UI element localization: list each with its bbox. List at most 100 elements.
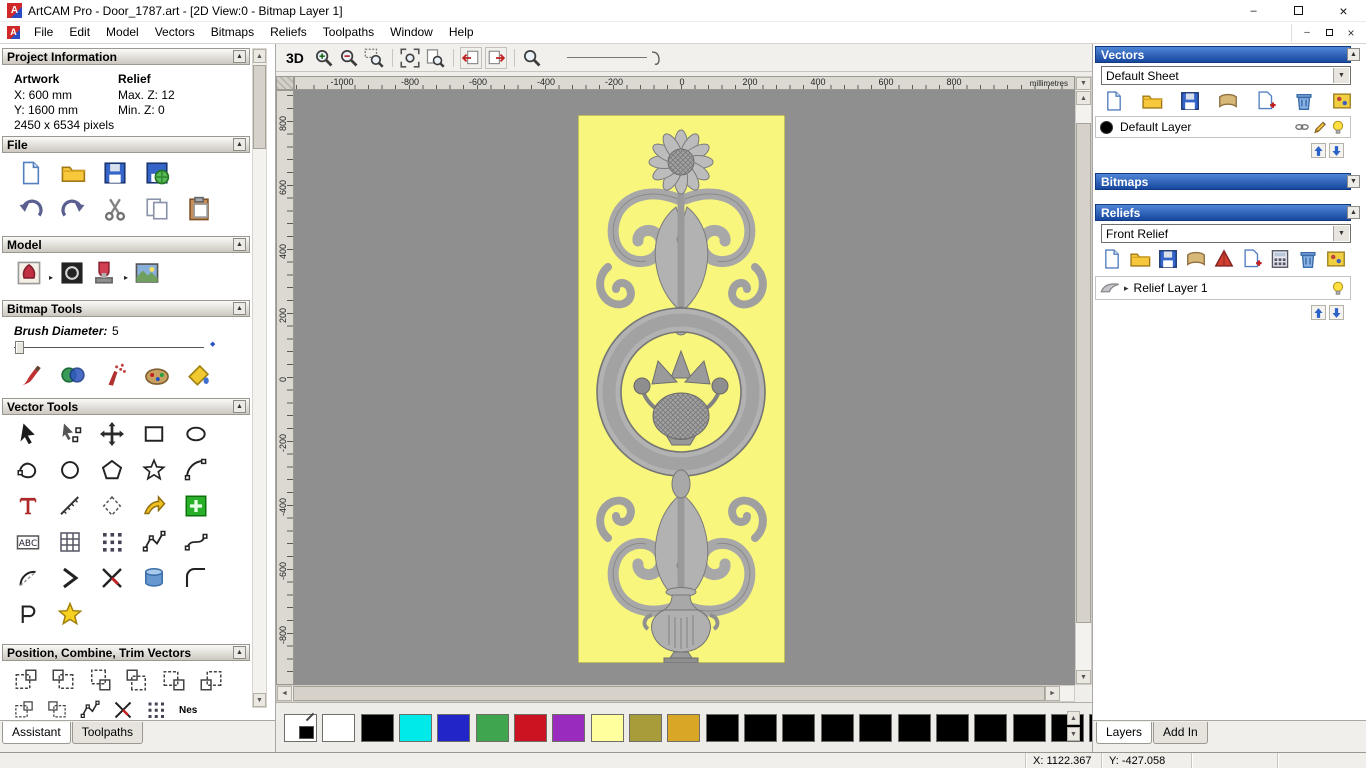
mdi-close-button[interactable]: ×: [1340, 25, 1362, 41]
palette-swatch[interactable]: [552, 714, 586, 742]
layer-visibility-icon[interactable]: [1330, 119, 1346, 135]
paint-selective-icon[interactable]: [60, 362, 86, 388]
freeform-tool-icon[interactable]: [16, 458, 40, 482]
align-left-icon[interactable]: [14, 668, 38, 692]
arc-segment-tool-icon[interactable]: [16, 566, 40, 590]
section-header-vector-tools[interactable]: Vector Tools ▲: [2, 398, 250, 415]
weld-vectors-icon[interactable]: [146, 700, 166, 720]
dropdown-arrow-icon[interactable]: ▼: [1333, 226, 1349, 241]
calculate-relief-icon[interactable]: [1269, 248, 1291, 270]
scrollbar-thumb[interactable]: [253, 65, 266, 149]
redo-icon[interactable]: [60, 196, 86, 222]
zoom-in-icon[interactable]: [313, 47, 335, 69]
canvas-vertical-scrollbar[interactable]: ▼ ▲ ▼: [1075, 76, 1092, 685]
view-3d-button[interactable]: 3D: [286, 50, 304, 66]
collapse-button[interactable]: ▲: [233, 138, 246, 151]
collapse-button[interactable]: ▲: [233, 646, 246, 659]
copy-icon[interactable]: [144, 196, 170, 222]
palette-swatch[interactable]: [782, 714, 816, 742]
select-tool-icon[interactable]: [16, 422, 40, 446]
zoom-selection-icon[interactable]: [521, 47, 543, 69]
vector-layer-row[interactable]: Default Layer: [1095, 116, 1351, 138]
trim-cross-tool-icon[interactable]: [100, 566, 124, 590]
expand-button[interactable]: ▼: [1347, 175, 1360, 188]
scroll-up-button[interactable]: ▲: [1076, 91, 1091, 105]
section-header-bitmap-tools[interactable]: Bitmap Tools ▲: [2, 300, 250, 317]
undo-icon[interactable]: [18, 196, 44, 222]
ungroup-vectors-icon[interactable]: [47, 700, 67, 720]
lock-layer-icon[interactable]: [1294, 119, 1310, 135]
zoom-fit-icon[interactable]: [399, 47, 421, 69]
drawing-canvas[interactable]: [294, 90, 1075, 685]
assistant-scrollbar[interactable]: ▲ ▼: [252, 48, 267, 708]
greyscale-model-icon[interactable]: [59, 260, 85, 286]
move-layer-up-button[interactable]: [1311, 143, 1326, 158]
paste-icon[interactable]: [186, 196, 212, 222]
palette-scroll-up-button[interactable]: ▲: [1067, 711, 1080, 725]
colour-palette-icon[interactable]: [144, 362, 170, 388]
save-vectors-icon[interactable]: [1179, 90, 1201, 112]
move-layer-up-button[interactable]: [1311, 305, 1326, 320]
scroll-right-button[interactable]: ►: [1045, 686, 1060, 701]
profile-tool-icon[interactable]: [16, 602, 40, 626]
extrude-tool-icon[interactable]: [142, 566, 166, 590]
relief-selector[interactable]: Front Relief ▼: [1101, 224, 1351, 243]
save-relief-icon[interactable]: [1157, 248, 1179, 270]
paint-brush-icon[interactable]: [18, 362, 44, 388]
palette-swatch[interactable]: [399, 714, 433, 742]
palette-swatch[interactable]: [437, 714, 471, 742]
polyline-tool-icon[interactable]: [142, 530, 166, 554]
zoom-window-icon[interactable]: [363, 47, 385, 69]
scrollbar-thumb[interactable]: [293, 686, 1045, 701]
palette-swatch[interactable]: [897, 714, 931, 742]
palette-swatch[interactable]: [820, 714, 854, 742]
menu-window[interactable]: Window: [382, 22, 441, 43]
align-centre-icon[interactable]: [162, 668, 186, 692]
scroll-left-button[interactable]: ◄: [277, 686, 292, 701]
menu-help[interactable]: Help: [441, 22, 482, 43]
palette-swatch[interactable]: [705, 714, 739, 742]
text-block-tool-icon[interactable]: [16, 530, 40, 554]
move-layer-down-button[interactable]: [1329, 143, 1344, 158]
palette-swatch[interactable]: [935, 714, 969, 742]
node-edit-tool-icon[interactable]: [58, 422, 82, 446]
expand-arrow-icon[interactable]: ▸: [1124, 283, 1129, 294]
section-header-position-combine-trim[interactable]: Position, Combine, Trim Vectors ▲: [2, 644, 250, 661]
menu-bitmaps[interactable]: Bitmaps: [203, 22, 262, 43]
nest-vectors-icon[interactable]: Nes: [179, 705, 197, 716]
add-shape-icon[interactable]: [1213, 248, 1235, 270]
collapse-button[interactable]: ▲: [1347, 206, 1360, 219]
previous-view-icon[interactable]: [460, 46, 483, 69]
palette-swatch[interactable]: [974, 714, 1008, 742]
tab-layers[interactable]: Layers: [1096, 722, 1153, 744]
grid-tool-icon[interactable]: [58, 530, 82, 554]
layer-name[interactable]: Default Layer: [1120, 120, 1191, 134]
flyout-arrow-icon[interactable]: ▸: [124, 273, 128, 282]
trim-vectors-icon[interactable]: [113, 700, 133, 720]
align-top-icon[interactable]: [88, 668, 112, 692]
tab-add-in[interactable]: Add In: [1153, 722, 1208, 744]
rectangle-tool-icon[interactable]: [142, 422, 166, 446]
menu-edit[interactable]: Edit: [61, 22, 98, 43]
palette-swatch[interactable]: [629, 714, 663, 742]
zoom-sheet-icon[interactable]: [424, 47, 446, 69]
palette-swatch[interactable]: [322, 714, 356, 742]
open-relief-icon[interactable]: [1129, 248, 1151, 270]
open-model-icon[interactable]: [60, 160, 86, 186]
group-vectors-icon[interactable]: [14, 700, 34, 720]
align-bottom-icon[interactable]: [125, 668, 149, 692]
palette-swatch[interactable]: [667, 714, 701, 742]
sheet-selector[interactable]: Default Sheet ▼: [1101, 66, 1351, 85]
next-view-icon[interactable]: [485, 46, 508, 69]
new-sheet-icon[interactable]: [1103, 90, 1125, 112]
align-right-icon[interactable]: [51, 668, 75, 692]
collapse-button[interactable]: ▲: [233, 50, 246, 63]
section-header-bitmaps[interactable]: Bitmaps: [1095, 173, 1351, 190]
import-model-icon[interactable]: [144, 160, 170, 186]
units-dropdown-button[interactable]: ▼: [1076, 77, 1091, 90]
palette-swatch[interactable]: [590, 714, 624, 742]
load-image-icon[interactable]: [134, 260, 160, 286]
palette-swatch[interactable]: [360, 714, 394, 742]
edit-layer-icon[interactable]: [1312, 119, 1328, 135]
menu-model[interactable]: Model: [98, 22, 147, 43]
